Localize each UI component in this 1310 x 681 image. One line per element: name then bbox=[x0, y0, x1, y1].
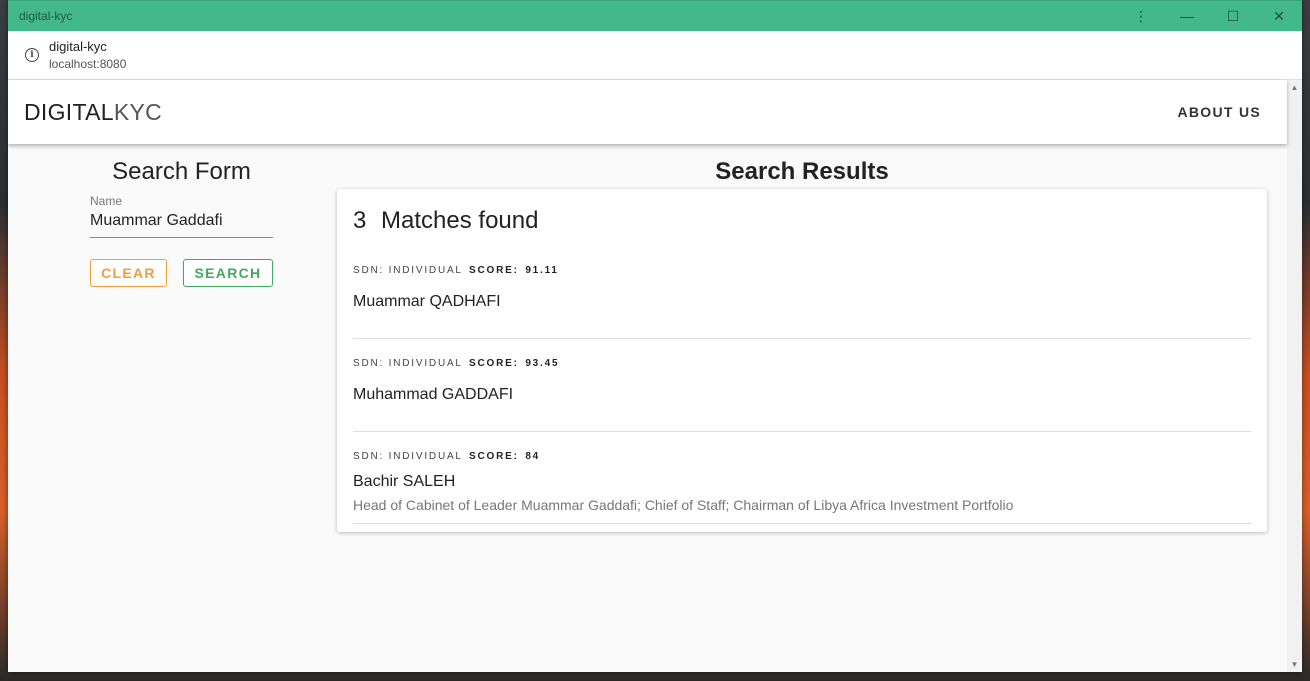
result-score: 93.45 bbox=[525, 358, 560, 369]
result-name: Muammar QADHAFI bbox=[353, 293, 501, 310]
form-buttons: CLEAR SEARCH bbox=[90, 259, 273, 287]
result-type: SDN: INDIVIDUAL bbox=[353, 265, 463, 276]
maximize-icon[interactable]: ☐ bbox=[1210, 1, 1256, 32]
address-bar: i digital-kyc localhost:8080 bbox=[8, 31, 1302, 80]
window-title: digital-kyc bbox=[19, 9, 73, 23]
result-item[interactable]: SDN: INDIVIDUAL SCORE: 84 Bachir SALEH H… bbox=[353, 451, 1251, 524]
matches-count: 3 bbox=[353, 207, 367, 234]
scroll-up-icon[interactable]: ▲ bbox=[1287, 80, 1302, 95]
brand-logo[interactable]: DIGITALKYC bbox=[8, 99, 1177, 126]
scroll-down-icon[interactable]: ▼ bbox=[1287, 657, 1302, 672]
window-titlebar: digital-kyc ⋮ — ☐ ✕ bbox=[8, 0, 1302, 31]
more-options-icon[interactable]: ⋮ bbox=[1118, 1, 1164, 32]
vertical-scrollbar[interactable]: ▲ ▼ bbox=[1287, 80, 1302, 672]
search-results: Search Results 3 Matches found SDN: INDI… bbox=[337, 158, 1267, 532]
result-score: 91.11 bbox=[525, 265, 559, 276]
close-icon[interactable]: ✕ bbox=[1256, 1, 1302, 32]
result-score-label: SCORE: bbox=[469, 358, 519, 369]
result-score-label: SCORE: bbox=[469, 451, 519, 462]
address-text: digital-kyc localhost:8080 bbox=[49, 39, 126, 71]
result-name: Muhammad GADDAFI bbox=[353, 386, 514, 403]
matches-label: Matches found bbox=[381, 207, 539, 234]
result-meta: SDN: INDIVIDUAL SCORE: 91.11 bbox=[353, 265, 1251, 276]
result-remark: Head of Cabinet of Leader Muammar Gaddaf… bbox=[353, 497, 1014, 513]
name-input[interactable]: Muammar Gaddafi bbox=[90, 208, 273, 238]
address-url: localhost:8080 bbox=[49, 57, 127, 71]
results-card: 3 Matches found SDN: INDIVIDUAL SCORE: 9… bbox=[337, 189, 1267, 532]
result-item[interactable]: SDN: INDIVIDUAL SCORE: 91.11 Muammar QAD… bbox=[353, 265, 1251, 339]
search-form-title: Search Form bbox=[112, 158, 251, 185]
search-form: Search Form Name Muammar Gaddafi CLEAR S… bbox=[90, 158, 273, 287]
result-type: SDN: INDIVIDUAL bbox=[353, 451, 463, 462]
brand-bold: DIGITAL bbox=[24, 98, 114, 125]
app-bar: DIGITALKYC ABOUT US bbox=[8, 80, 1287, 144]
info-icon[interactable]: i bbox=[25, 48, 39, 62]
result-score-label: SCORE: bbox=[469, 265, 519, 276]
page-content: DIGITALKYC ABOUT US Search Form Name Mua… bbox=[8, 80, 1287, 672]
name-field-label: Name bbox=[90, 194, 123, 208]
about-us-link[interactable]: ABOUT US bbox=[1177, 96, 1261, 128]
result-score: 84 bbox=[525, 451, 541, 462]
search-results-title: Search Results bbox=[715, 158, 889, 185]
minimize-icon[interactable]: — bbox=[1164, 1, 1210, 32]
result-type: SDN: INDIVIDUAL bbox=[353, 358, 463, 369]
result-meta: SDN: INDIVIDUAL SCORE: 84 bbox=[353, 451, 1251, 462]
brand-light: KYC bbox=[113, 98, 163, 125]
result-item[interactable]: SDN: INDIVIDUAL SCORE: 93.45 Muhammad GA… bbox=[353, 358, 1251, 432]
clear-button[interactable]: CLEAR bbox=[90, 259, 167, 287]
result-meta: SDN: INDIVIDUAL SCORE: 93.45 bbox=[353, 358, 1251, 369]
result-name: Bachir SALEH bbox=[353, 473, 456, 490]
browser-window: digital-kyc ⋮ — ☐ ✕ i digital-kyc localh… bbox=[8, 0, 1302, 672]
search-button[interactable]: SEARCH bbox=[183, 259, 273, 287]
matches-heading: 3 Matches found bbox=[353, 207, 1251, 235]
address-page-title: digital-kyc bbox=[49, 39, 107, 54]
